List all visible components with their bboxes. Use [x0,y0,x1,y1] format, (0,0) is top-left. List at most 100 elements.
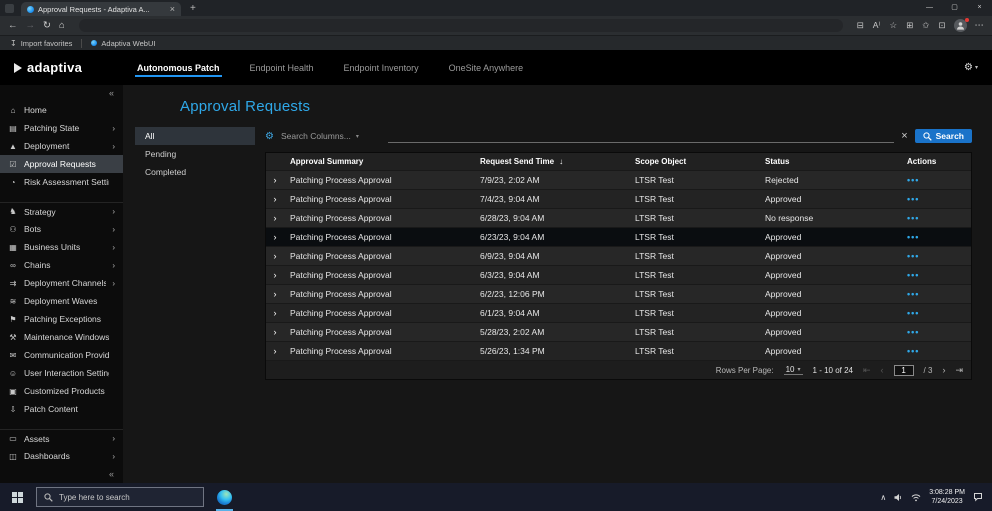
minimize-button[interactable]: — [917,0,942,16]
search-button[interactable]: Search [914,129,972,143]
table-row[interactable]: › Patching Process Approval 6/1/23, 9:04… [266,303,971,322]
profile-avatar[interactable] [953,18,969,32]
sidebar-item-approval-requests[interactable]: ☑ Approval Requests [0,155,123,173]
column-settings-gear-icon[interactable]: ⚙ [265,131,274,142]
refresh-button[interactable]: ↻ [43,20,51,31]
back-button[interactable]: ← [8,20,18,31]
split-screen-icon[interactable]: ⊟ [857,20,864,31]
filter-tab-pending[interactable]: Pending [135,145,255,163]
filter-tab-completed[interactable]: Completed [135,163,255,181]
first-page-button[interactable]: ⇤ [863,365,871,376]
expand-row-icon[interactable]: › [274,213,277,223]
sidebar-item-deployment-channels[interactable]: ⇉ Deployment Channels › [0,274,123,292]
volume-icon[interactable] [894,493,903,502]
sidebar-collapse-button[interactable]: « [0,85,123,101]
search-input[interactable] [387,129,895,143]
app-tab-endpoint-inventory[interactable]: Endpoint Inventory [329,50,434,85]
sidebar-item-risk-assessment-settings[interactable]: ◔ Risk Assessment Settings [0,173,123,191]
row-actions-button[interactable]: ••• [907,346,919,356]
address-bar[interactable] [78,19,843,32]
sidebar-item-user-interaction-settings[interactable]: ☺ User Interaction Settings [0,364,123,382]
taskbar-clock[interactable]: 3:08:28 PM 7/24/2023 [929,488,965,507]
sidebar-item-home[interactable]: ⌂ Home [0,101,123,119]
bookmark-adaptiva-webui[interactable]: Adaptiva WebUI [91,39,155,48]
filter-tab-all[interactable]: All [135,127,255,145]
sort-desc-icon[interactable]: ↓ [559,157,563,166]
new-tab-button[interactable]: + [190,3,196,14]
sidebar-item-patch-content[interactable]: ⇩ Patch Content [0,400,123,418]
sidebar-item-communication-providers[interactable]: ✉ Communication Providers [0,346,123,364]
sidebar-item-dashboards[interactable]: ◫ Dashboards › [0,447,123,465]
expand-row-icon[interactable]: › [274,346,277,356]
start-button[interactable] [5,491,29,503]
clear-search-icon[interactable]: × [901,130,907,142]
hidden-icons-chevron[interactable]: ∧ [880,493,886,502]
action-center-icon[interactable] [973,492,983,502]
sidebar-item-patching-state[interactable]: ▤ Patching State › [0,119,123,137]
sidebar-item-deployment[interactable]: ▲ Deployment › [0,137,123,155]
taskbar-search[interactable]: Type here to search [36,487,204,507]
expand-row-icon[interactable]: › [274,327,277,337]
search-columns-dropdown[interactable]: Search Columns... ▾ [281,131,381,141]
forward-button[interactable]: → [26,20,36,31]
browser-tab[interactable]: Approval Requests - Adaptiva A... × [21,2,181,16]
expand-row-icon[interactable]: › [274,251,277,261]
app-settings-button[interactable]: ⚙ ▾ [964,62,978,73]
home-button[interactable]: ⌂ [59,20,65,31]
sidebar-item-patching-exceptions[interactable]: ⚑ Patching Exceptions [0,310,123,328]
maximize-button[interactable]: ▢ [942,0,967,16]
column-header-scope-object[interactable]: Scope Object [629,157,759,166]
app-tab-autonomous-patch[interactable]: Autonomous Patch [122,50,235,85]
expand-row-icon[interactable]: › [274,194,277,204]
table-row[interactable]: › Patching Process Approval 6/28/23, 9:0… [266,208,971,227]
row-actions-button[interactable]: ••• [907,270,919,280]
table-row[interactable]: › Patching Process Approval 5/28/23, 2:0… [266,322,971,341]
sidebar-item-business-units[interactable]: ▦ Business Units › [0,238,123,256]
row-actions-button[interactable]: ••• [907,232,919,242]
sidebar-item-chains[interactable]: ∞ Chains › [0,256,123,274]
row-actions-button[interactable]: ••• [907,251,919,261]
sidebar-item-maintenance-windows[interactable]: ⚒ Maintenance Windows [0,328,123,346]
close-button[interactable]: × [967,0,992,16]
table-row[interactable]: › Patching Process Approval 6/9/23, 9:04… [266,246,971,265]
import-favorites-button[interactable]: ↧ Import favorites [10,39,72,48]
expand-row-icon[interactable]: › [274,308,277,318]
sidebar-item-deployment-waves[interactable]: ≋ Deployment Waves [0,292,123,310]
sidebar-item-assets[interactable]: ▭ Assets › [0,429,123,447]
collections-icon[interactable]: ⊞ [906,20,913,31]
network-icon[interactable] [911,493,921,502]
table-row[interactable]: › Patching Process Approval 6/23/23, 9:0… [266,227,971,246]
column-header-request-send-time[interactable]: Request Send Time ↓ [474,157,629,166]
column-header-approval-summary[interactable]: Approval Summary [284,157,474,166]
app-tab-endpoint-health[interactable]: Endpoint Health [235,50,329,85]
rows-per-page-select[interactable]: 10 ▾ [783,365,803,375]
expand-row-icon[interactable]: › [274,289,277,299]
table-row[interactable]: › Patching Process Approval 6/3/23, 9:04… [266,265,971,284]
sidebar-item-bots[interactable]: ⚇ Bots › [0,220,123,238]
row-actions-button[interactable]: ••• [907,194,919,204]
row-actions-button[interactable]: ••• [907,175,919,185]
read-aloud-icon[interactable]: A⁾ [873,20,881,31]
prev-page-button[interactable]: ‹ [881,365,884,375]
sidebar-item-customized-products[interactable]: ▣ Customized Products [0,382,123,400]
page-input[interactable] [893,364,914,376]
expand-row-icon[interactable]: › [274,270,277,280]
edge-taskbar-button[interactable] [211,483,238,511]
table-row[interactable]: › Patching Process Approval 7/9/23, 2:02… [266,170,971,189]
column-header-status[interactable]: Status [759,157,901,166]
favorites-icon[interactable]: ☆ [890,20,898,31]
row-actions-button[interactable]: ••• [907,327,919,337]
last-page-button[interactable]: ⇥ [955,365,963,376]
tab-close-icon[interactable]: × [170,4,175,14]
browser-menu-button[interactable]: ⋯ [975,20,985,31]
tab-actions-icon[interactable] [5,3,14,13]
table-row[interactable]: › Patching Process Approval 5/26/23, 1:3… [266,341,971,360]
expand-row-icon[interactable]: › [274,175,277,185]
row-actions-button[interactable]: ••• [907,289,919,299]
row-actions-button[interactable]: ••• [907,213,919,223]
table-row[interactable]: › Patching Process Approval 6/2/23, 12:0… [266,284,971,303]
extensions-icon[interactable]: ⊡ [938,20,945,31]
favorites-bar-icon[interactable]: ✩ [922,20,929,31]
app-tab-onesite-anywhere[interactable]: OneSite Anywhere [434,50,539,85]
expand-row-icon[interactable]: › [274,232,277,242]
